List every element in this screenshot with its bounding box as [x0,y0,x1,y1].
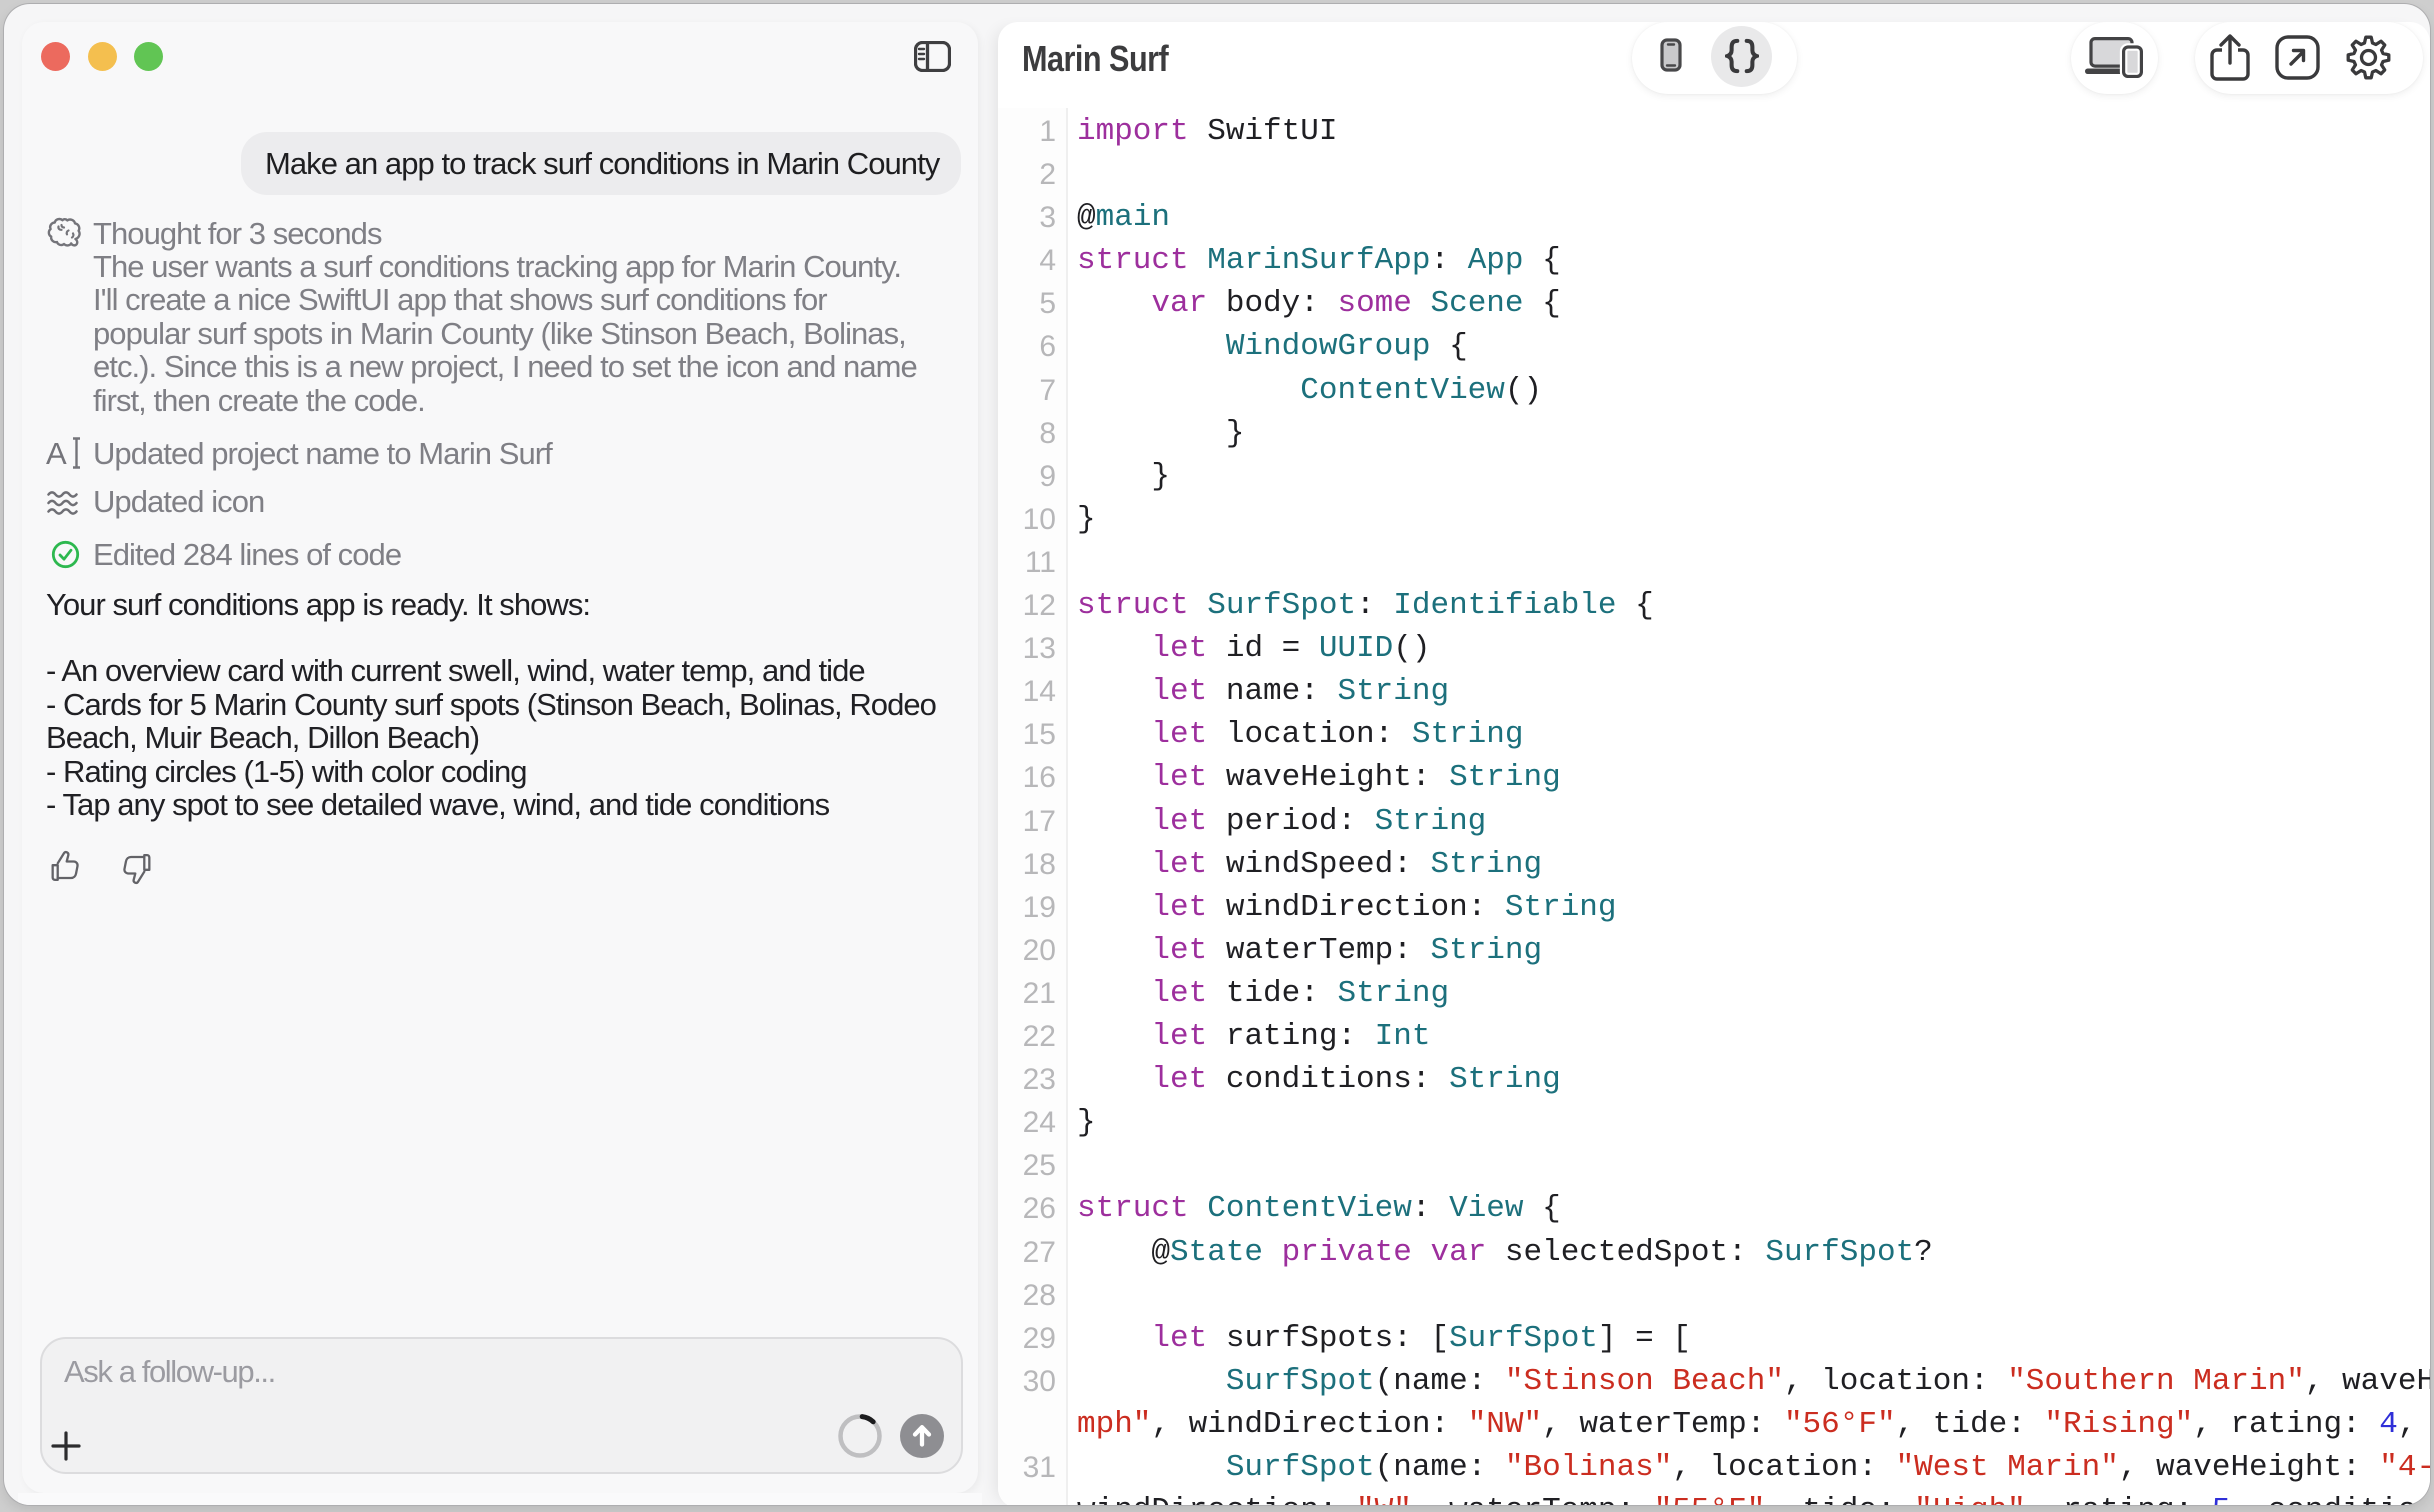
svg-text:A: A [46,436,67,471]
